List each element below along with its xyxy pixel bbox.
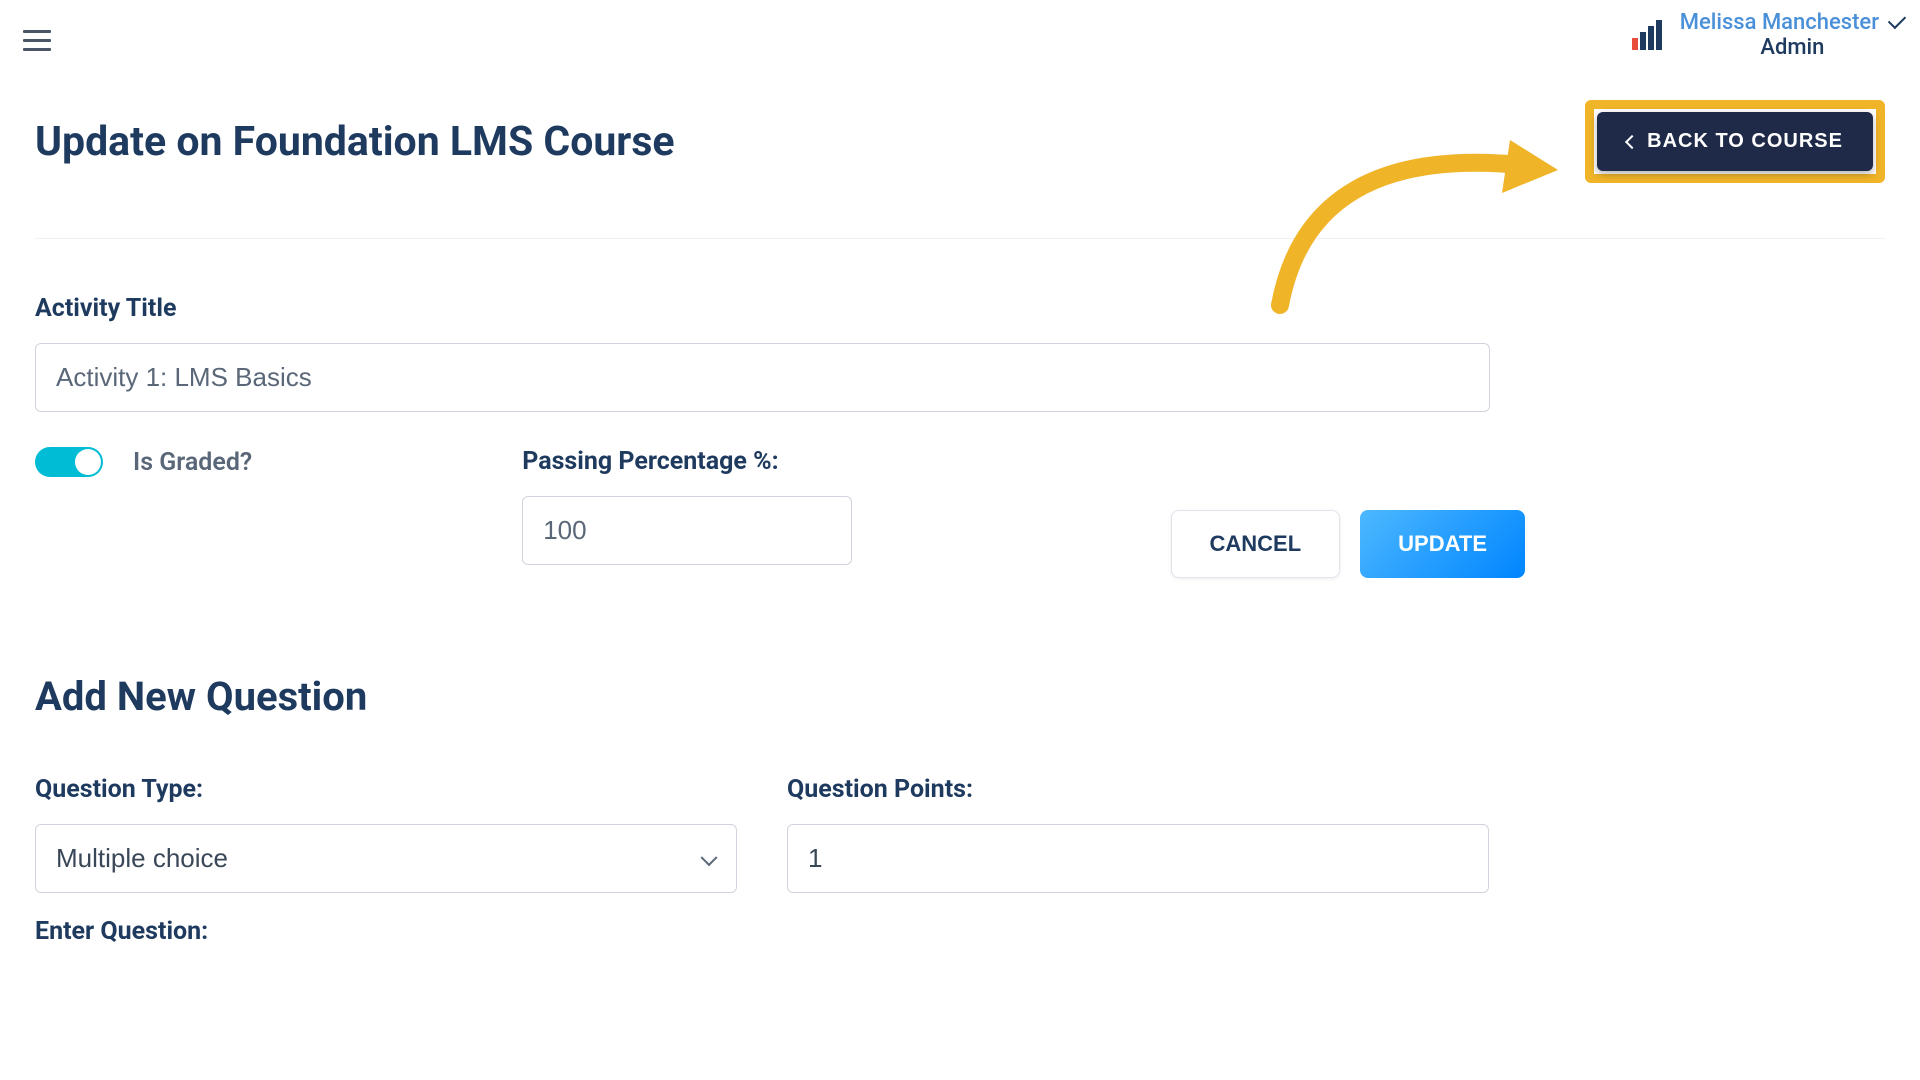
passing-percentage-label: Passing Percentage %: [522,447,852,476]
user-role: Admin [1760,35,1824,60]
graded-toggle-row: Is Graded? [35,447,252,477]
is-graded-toggle[interactable] [35,447,103,477]
question-type-label: Question Type: [35,775,737,804]
user-name: Melissa Manchester [1680,10,1879,35]
update-button[interactable]: UPDATE [1360,510,1525,578]
question-points-input[interactable] [787,824,1489,893]
question-points-label: Question Points: [787,775,1489,804]
header: Melissa Manchester Admin [0,0,1920,70]
activity-title-label: Activity Title [35,294,1525,323]
back-to-course-button[interactable]: BACK TO COURSE [1597,112,1873,171]
back-button-highlight: BACK TO COURSE [1585,100,1885,183]
add-question-title: Add New Question [35,673,1885,720]
question-type-select[interactable] [35,824,737,893]
user-dropdown[interactable]: Melissa Manchester Admin [1680,10,1905,60]
app-logo-icon [1632,20,1662,50]
page-title: Update on Foundation LMS Course [35,118,675,166]
page-header: Update on Foundation LMS Course BACK TO … [35,100,1885,239]
chevron-left-icon [1625,134,1639,148]
activity-form: Activity Title Is Graded? Passing Percen… [35,239,1525,578]
activity-title-input[interactable] [35,343,1490,412]
question-type-select-wrapper [35,824,737,893]
passing-percentage-input[interactable] [522,496,852,565]
chevron-down-icon [1888,11,1906,29]
back-button-label: BACK TO COURSE [1647,130,1843,153]
add-question-section: Add New Question Question Type: Question… [35,673,1885,946]
main-content: Update on Foundation LMS Course BACK TO … [0,70,1920,996]
cancel-button[interactable]: CANCEL [1171,510,1341,578]
hamburger-menu-icon[interactable] [15,10,59,59]
is-graded-label: Is Graded? [133,448,252,477]
passing-percentage-col: Passing Percentage %: [522,447,852,565]
user-section: Melissa Manchester Admin [1632,10,1905,60]
enter-question-label: Enter Question: [35,917,1885,946]
